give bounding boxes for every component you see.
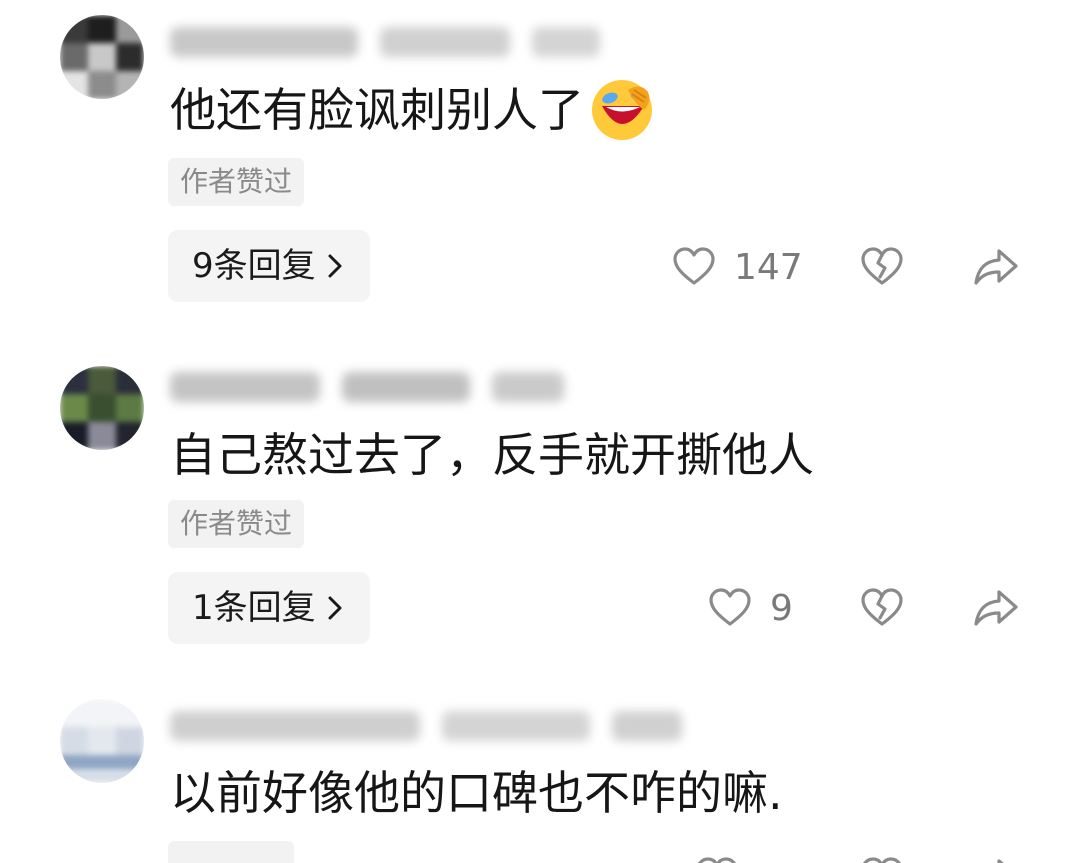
comment-text: 自己熬过去了，反手就开撕他人 xyxy=(170,425,814,485)
heart-outline-icon xyxy=(673,247,715,285)
like-button[interactable] xyxy=(693,853,741,863)
view-replies-button[interactable]: 9条回复 xyxy=(168,230,370,302)
avatar[interactable] xyxy=(60,15,144,99)
chevron-right-icon xyxy=(328,596,342,620)
timestamp-blurred xyxy=(442,711,590,741)
heart-outline-icon xyxy=(709,588,751,626)
timestamp-blurred xyxy=(380,27,510,57)
like-button[interactable]: 147 xyxy=(672,237,803,297)
comment-list: 他还有脸讽刺别人了 作者赞过 9条回复 147 自己熬过去了，反手就开撕他人 作… xyxy=(0,0,1080,863)
comment-item: 以前好像他的口碑也不咋的嘛. xyxy=(0,683,1080,863)
comment-text-content: 他还有脸讽刺别人了 xyxy=(170,83,584,137)
dislike-button[interactable] xyxy=(858,243,906,291)
commenter-info-blurred xyxy=(170,370,564,404)
comment-item: 自己熬过去了，反手就开撕他人 作者赞过 1条回复 9 xyxy=(0,341,1080,671)
avatar[interactable] xyxy=(60,366,144,450)
author-liked-badge: 作者赞过 xyxy=(168,500,305,548)
reply-count-label: 1条回复 xyxy=(192,588,316,628)
like-count: 147 xyxy=(734,246,803,288)
share-arrow-icon xyxy=(997,859,1004,863)
comment-text: 以前好像他的口碑也不咋的嘛. xyxy=(170,763,783,823)
like-button[interactable]: 9 xyxy=(708,578,793,638)
broken-heart-icon xyxy=(861,588,903,626)
dislike-button[interactable] xyxy=(858,584,906,632)
username-blurred[interactable] xyxy=(170,372,320,402)
commenter-info-blurred xyxy=(170,25,600,59)
author-liked-badge: 作者赞过 xyxy=(168,158,305,206)
timestamp-blurred xyxy=(342,372,470,402)
share-button[interactable] xyxy=(972,584,1020,632)
heart-outline-icon xyxy=(698,857,736,863)
reply-count-label: 9条回复 xyxy=(192,246,316,286)
share-arrow-icon xyxy=(974,249,1018,285)
chevron-right-icon xyxy=(328,254,342,278)
location-blurred xyxy=(612,711,682,741)
author-liked-badge-partial xyxy=(168,841,294,863)
share-button[interactable] xyxy=(972,853,1020,863)
comment-text-content: 以前好像他的口碑也不咋的嘛. xyxy=(170,766,783,820)
comment-text: 他还有脸讽刺别人了 xyxy=(170,76,656,144)
share-button[interactable] xyxy=(972,243,1020,291)
rolling-laughing-emoji-icon xyxy=(588,76,656,144)
broken-heart-icon xyxy=(863,857,901,863)
comment-item: 他还有脸讽刺别人了 作者赞过 9条回复 147 xyxy=(0,0,1080,330)
username-blurred[interactable] xyxy=(170,711,420,741)
share-arrow-icon xyxy=(974,590,1018,626)
location-blurred xyxy=(532,27,600,57)
avatar[interactable] xyxy=(60,699,144,783)
username-blurred[interactable] xyxy=(170,27,358,57)
broken-heart-icon xyxy=(861,247,903,285)
location-blurred xyxy=(492,372,564,402)
commenter-info-blurred xyxy=(170,709,682,743)
view-replies-button[interactable]: 1条回复 xyxy=(168,572,370,644)
dislike-button[interactable] xyxy=(858,853,906,863)
comment-text-content: 自己熬过去了，反手就开撕他人 xyxy=(170,428,814,482)
like-count: 9 xyxy=(770,587,793,629)
